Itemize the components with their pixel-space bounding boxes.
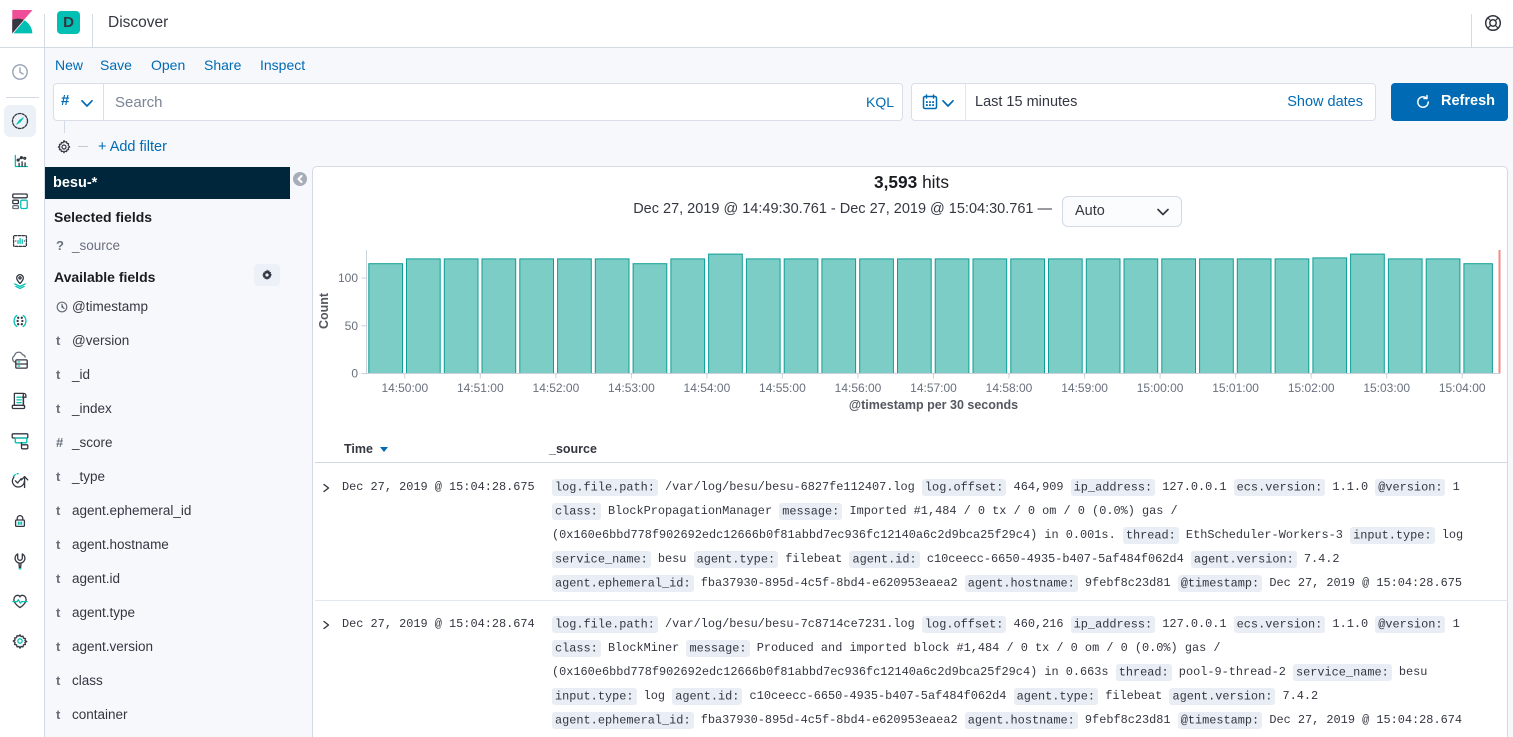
svg-text:14:58:00: 14:58:00 <box>986 381 1033 395</box>
svg-text:50: 50 <box>345 319 359 333</box>
svg-text:14:50:00: 14:50:00 <box>381 381 428 395</box>
svg-text:14:53:00: 14:53:00 <box>608 381 655 395</box>
svg-text:@timestamp per 30 seconds: @timestamp per 30 seconds <box>849 398 1018 412</box>
svg-text:15:03:00: 15:03:00 <box>1363 381 1410 395</box>
svg-text:14:55:00: 14:55:00 <box>759 381 806 395</box>
svg-text:14:54:00: 14:54:00 <box>684 381 731 395</box>
svg-text:14:56:00: 14:56:00 <box>835 381 882 395</box>
svg-text:Count: Count <box>317 292 331 329</box>
svg-text:14:59:00: 14:59:00 <box>1061 381 1108 395</box>
svg-text:15:02:00: 15:02:00 <box>1288 381 1335 395</box>
svg-text:15:04:00: 15:04:00 <box>1439 381 1486 395</box>
svg-text:0: 0 <box>351 367 358 381</box>
svg-text:14:52:00: 14:52:00 <box>533 381 580 395</box>
svg-text:15:01:00: 15:01:00 <box>1212 381 1259 395</box>
svg-text:100: 100 <box>338 271 358 285</box>
svg-text:14:51:00: 14:51:00 <box>457 381 504 395</box>
svg-text:14:57:00: 14:57:00 <box>910 381 957 395</box>
svg-text:15:00:00: 15:00:00 <box>1137 381 1184 395</box>
